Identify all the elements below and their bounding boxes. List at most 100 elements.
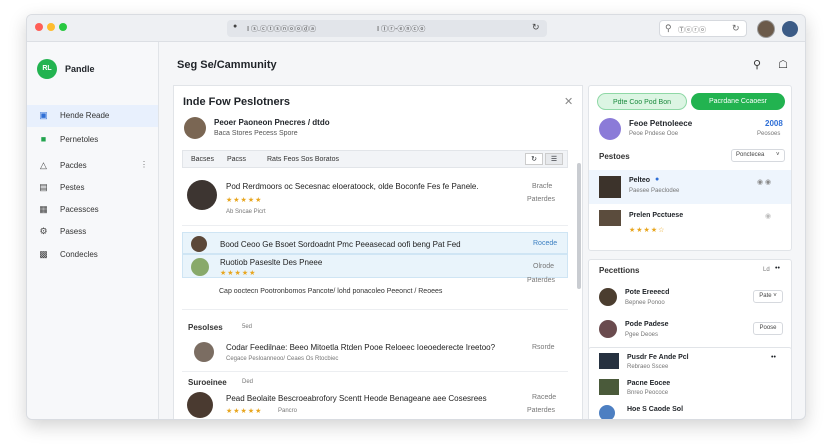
address-bar[interactable]: ● Ⅰ ⓢ.ⓒⓣⓢⓝⓞⓞⓓⓐ Ⅰ Ⓘⓡ-ⓔⓝⓒⓞ ↻ [227,20,547,37]
post-meta: Pancro [278,408,298,414]
community-panel: Inde Fow Peslotners ✕ Peoer Paoneon Pnec… [173,85,583,419]
sidebar-item-label: Hende Reade [60,111,110,120]
search-icon[interactable]: ⚲ [749,57,765,73]
rating-stars: ★★★★☆ [629,227,666,234]
globe-icon[interactable] [782,21,798,37]
sidebar-item-passes[interactable]: ⚙ Pasess [27,221,158,243]
more-icon[interactable]: •• [775,265,780,272]
avatar [599,288,617,306]
section-count: 5ed [242,324,253,330]
avatar [187,392,213,418]
post-time: Rsorde [532,344,555,351]
list-item[interactable]: Pod Rerdmoors oc Secesnac eloeratoock, o… [182,174,568,226]
brand-logo: RL [37,59,57,79]
row-action-label: Pate [759,293,772,299]
primary-action-button[interactable]: Pdte Coo Pod Bon [597,93,687,110]
list-item[interactable]: Codar Feedilnae: Beeo Mitoetla Rtden Poo… [182,334,568,372]
sidebar-item-pages[interactable]: △ Pacdes ⋮ [27,155,158,177]
row-name: Pelteo [629,177,651,184]
list-item[interactable]: Pacne Eocee Bnreo Peococe [589,376,791,400]
post-subtext: Cap ooctecn Pootronbomos Pancote/ lohd p… [219,288,443,295]
list-item[interactable]: Pote Ereeecd Bepnee Ponoo Pate ˅ [589,282,791,315]
post-text: Pead Beolaite Bescroeabrofory Scentt Heo… [226,394,487,403]
chevron-down-icon: ˅ [776,152,780,158]
row-name: Prelen Pcctuese [629,212,684,219]
tab-rats[interactable]: Rats Feos Sos Boratos [267,156,339,163]
reload-icon[interactable]: ↻ [532,22,540,33]
sort-dropdown[interactable]: Ponctecea ˅ [731,149,785,162]
post-time: Olrode [533,263,555,270]
list-item[interactable]: Hoe S Caode Sol [589,402,791,419]
more-vertical-icon[interactable]: ⋮ [140,160,148,169]
list-item[interactable]: Pead Beolaite Bescroeabrofory Scentt Heo… [182,388,568,419]
list-item[interactable]: Prelen Pcctuese ★★★★☆ ◉ [589,206,791,246]
more-icon[interactable]: •• [771,354,776,361]
profile-subtitle: Peoe Pndese Ooe [629,131,679,137]
sidebar-item-label: Pacessces [60,205,99,214]
tab-pass[interactable]: Pacss [227,156,246,163]
section-heading: Suroeinee [188,378,227,387]
list-item[interactable]: Pelteo ● Paesee Paeclodee ◉ ◉ [589,170,791,204]
post-meta: Ab Sncae Picrt [226,209,266,215]
maximize-window-button[interactable] [59,23,67,31]
refresh-icon[interactable]: ↻ [732,23,740,34]
section-count: Ld [763,267,770,273]
list-item[interactable]: Ruotiob Paseslte Des Pneee ★★★★★ Olrode [182,254,568,278]
notification-icon[interactable]: ☖ [775,57,791,73]
sidebar-item-label: Pasess [60,227,87,236]
settings-icon: ⚙ [39,226,48,236]
toggle-icon[interactable]: ◉ ◉ [757,178,771,186]
user-avatar[interactable] [757,20,775,38]
sidebar-item-conditions[interactable]: ▩ Condecles [27,244,158,266]
tab-bases[interactable]: Bacses [191,156,214,163]
address-url-secondary: Ⅰ Ⓘⓡ-ⓔⓝⓒⓞ [377,26,426,33]
thumbnail [599,353,619,369]
row-name: Pote Ereeecd [625,289,670,296]
avatar [187,180,217,210]
rating-stars: ★★★★★ [226,197,263,204]
scrollbar[interactable] [577,163,581,289]
row-action-button[interactable]: Poose [753,322,783,335]
list-item-selected[interactable]: Bood Ceoo Ge Bsoet Sordoadnt Pmc Peeasec… [182,232,568,254]
post-status: Paterdes [527,196,556,203]
thumbnail [599,379,619,395]
tab-bar: Bacses Pacss Rats Feos Sos Boratos ↻ ☰ [182,150,568,168]
sidebar-item-posts[interactable]: ▤ Pestes [27,177,158,199]
profile-avatar[interactable] [599,118,621,140]
list-item[interactable]: Cap ooctecn Pootronbomos Pancote/ lohd p… [182,277,568,310]
post-subtext: Cegace Pesloanneoo/ Ceaes Os Rtocbiec [226,356,339,362]
post-status: Paterdes [527,407,556,414]
primary-action-label: Pdte Coo Pod Bon [613,99,671,106]
profile-count: 2008 [765,119,783,128]
section-heading: Pestoes [599,152,630,161]
row-subtitle: Pgee Deoes [625,332,659,338]
avatar [599,210,621,226]
rating-stars: ★★★★★ [220,270,257,277]
sidebar-item-label: Pacdes [60,161,87,170]
sidebar-item-processes[interactable]: ▦ Pacessces [27,199,158,221]
sidebar-item-calendar[interactable]: ■ Pernetoles [27,129,158,151]
post-text: Pod Rerdmoors oc Secesnac eloeratoock, o… [226,182,479,191]
row-name: Pacne Eocee [627,380,671,387]
profile-subtitle: Baca Stores Pecess Spore [214,130,298,137]
secondary-action-button[interactable]: Pacrdane Ccaoesr [691,93,785,110]
toolbar-search-input[interactable]: ⚲ Ⓣⓔⓡⓞ ↻ [659,20,747,37]
minimize-window-button[interactable] [47,23,55,31]
title-bar: ● Ⅰ ⓢ.ⓒⓣⓢⓝⓞⓞⓓⓐ Ⅰ Ⓘⓡ-ⓔⓝⓒⓞ ↻ ⚲ Ⓣⓔⓡⓞ ↻ [27,15,805,42]
avatar [191,258,209,276]
close-window-button[interactable] [35,23,43,31]
address-url: Ⅰ ⓢ.ⓒⓣⓢⓝⓞⓞⓓⓐ [247,26,316,33]
avatar[interactable] [184,117,206,139]
close-icon[interactable]: ✕ [564,95,573,108]
sidebar: RL Pandle ▣ Hende Reade ■ Pernetoles △ P… [27,42,159,419]
list-item[interactable]: Pusdr Fe Ande Pcl Rebraeo Sscee •• [589,350,791,374]
filter-icon[interactable]: ☰ [545,153,563,165]
post-time: Rocede [533,240,558,247]
refresh-icon[interactable]: ↻ [525,153,543,165]
clock-icon: ▦ [39,204,48,214]
sidebar-item-home[interactable]: ▣ Hende Reade [27,105,158,127]
toggle-icon[interactable]: ◉ [765,212,771,220]
list-item[interactable]: Pode Padese Pgee Deoes Poose [589,314,791,347]
person-icon: ▣ [39,110,48,120]
row-action-button[interactable]: Pate ˅ [753,290,783,303]
